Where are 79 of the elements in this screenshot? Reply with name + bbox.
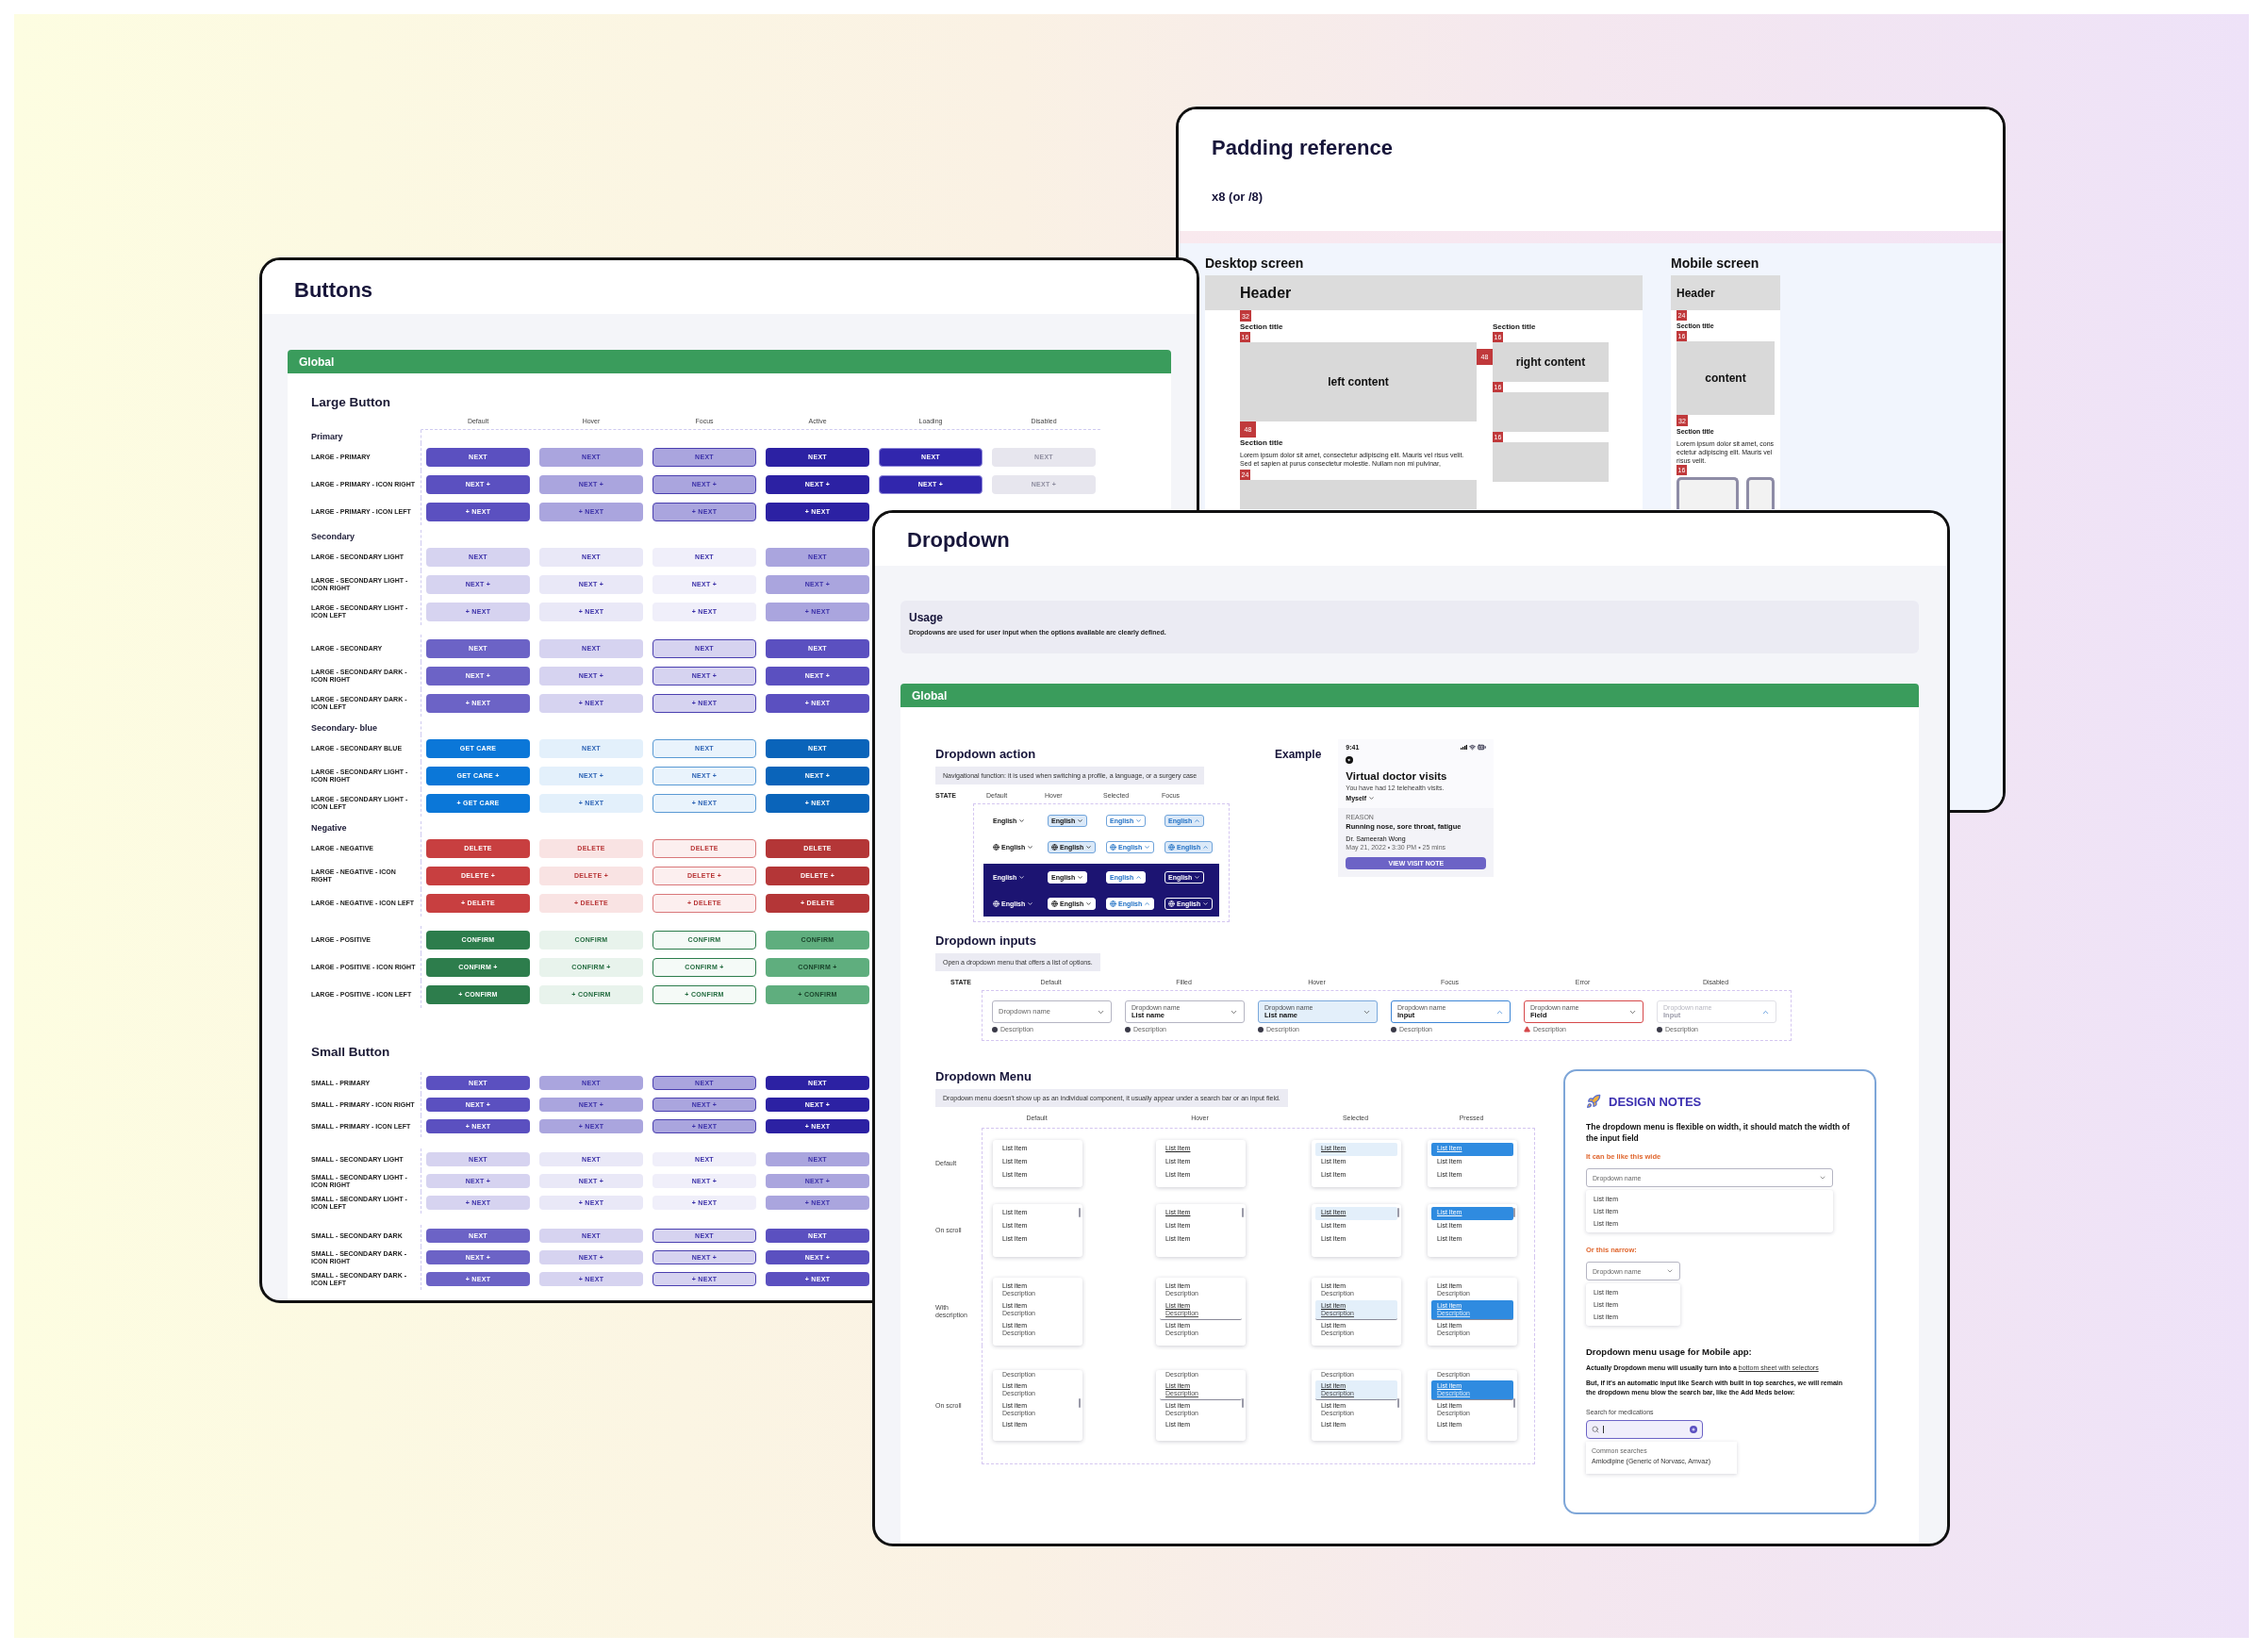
scrollbar[interactable] [1242, 1398, 1244, 1409]
globe-icon [1110, 900, 1116, 907]
back-icon [1346, 756, 1354, 765]
info-icon [1391, 1026, 1396, 1032]
chevron-icon [1135, 873, 1143, 881]
circle-dot-icon [1690, 1426, 1697, 1434]
globe-icon [1168, 843, 1175, 851]
mockup-header: Header [1205, 275, 1643, 310]
rocket-icon [1586, 1094, 1601, 1110]
board-subtitle: x8 (or /8) [1212, 190, 1264, 204]
subsection-title: Dropdown inputs [935, 933, 1037, 950]
subsection-title: Dropdown Menu [935, 1069, 1032, 1085]
section-bar: Global [900, 684, 1919, 707]
text-cursor [1603, 1426, 1604, 1434]
scrollbar[interactable] [1513, 1208, 1515, 1218]
wifi-icon [1469, 744, 1477, 752]
section-bar: Global [288, 350, 1171, 373]
globe-icon [1168, 900, 1175, 907]
example-label: Example [1275, 747, 1322, 762]
chevron-icon [1144, 900, 1151, 907]
chevron-icon [1202, 843, 1210, 851]
chevron-icon [1085, 900, 1093, 907]
info-icon [1657, 1026, 1662, 1032]
section-title: Section title [1493, 322, 1536, 332]
content-block: content [1677, 341, 1775, 415]
search-icon [1592, 1426, 1599, 1434]
battery-icon [1478, 743, 1487, 752]
subsection-title: Dropdown action [935, 747, 1037, 762]
globe-icon [1051, 900, 1058, 907]
group-title: Large Button [311, 394, 391, 409]
globe-icon [993, 843, 999, 851]
group-title: Small Button [311, 1044, 391, 1059]
set-heading: Secondary [311, 532, 356, 541]
scrollbar[interactable] [1079, 1208, 1081, 1218]
board-title: Buttons [294, 278, 374, 303]
chevron-icon [1202, 900, 1210, 907]
info-icon [992, 1026, 998, 1032]
board-title: Padding reference [1212, 136, 1394, 160]
chevron-icon [1018, 873, 1026, 881]
chevron-icon [1077, 817, 1084, 824]
chevron-icon [1194, 817, 1201, 824]
warning-icon [1524, 1026, 1530, 1033]
chevron-icon [1018, 817, 1026, 824]
scrollbar[interactable] [1397, 1398, 1399, 1409]
chevron-icon [1144, 843, 1151, 851]
chevron-icon [1368, 795, 1376, 802]
signal-icon [1461, 745, 1468, 751]
notes-heading: Dropdown menu usage for Mobile app: [1586, 1346, 1753, 1359]
chevron-icon [1194, 873, 1201, 881]
chevron-icon [1027, 843, 1034, 851]
chevron-icon [1085, 843, 1093, 851]
notes-text: The dropdown menu is flexible on width, it should match the width of the input field [1586, 1122, 1851, 1145]
content-block: right content [1493, 342, 1609, 382]
scrollbar[interactable] [1397, 1208, 1399, 1218]
usage-title: Usage [909, 611, 945, 624]
mockup-title: Mobile screen [1671, 255, 1760, 272]
set-heading: Secondary- blue [311, 723, 379, 733]
section-title: Section title [1240, 438, 1283, 448]
scrollbar[interactable] [1242, 1208, 1244, 1218]
board-title: Dropdown [907, 528, 1011, 553]
chevron-icon [1077, 873, 1084, 881]
scrollbar[interactable] [1079, 1398, 1081, 1409]
screen-heading: Virtual doctor visits [1346, 769, 1448, 785]
section-title: Section title [1240, 322, 1283, 332]
info-icon [1125, 1026, 1131, 1032]
globe-icon [1051, 843, 1058, 851]
mockup-title: Desktop screen [1205, 255, 1305, 272]
mockup-header: Header [1671, 275, 1780, 310]
content-block: left content [1240, 342, 1477, 421]
set-heading: Negative [311, 823, 348, 833]
set-heading: Primary [311, 432, 344, 441]
globe-icon [1110, 843, 1116, 851]
chevron-icon [1027, 900, 1034, 907]
info-icon [1258, 1026, 1264, 1032]
chevron-icon [1135, 817, 1143, 824]
search-field[interactable] [1586, 1420, 1703, 1440]
notes-title: DESIGN NOTES [1609, 1094, 1702, 1109]
scrollbar[interactable] [1513, 1398, 1515, 1409]
globe-icon [993, 900, 999, 907]
